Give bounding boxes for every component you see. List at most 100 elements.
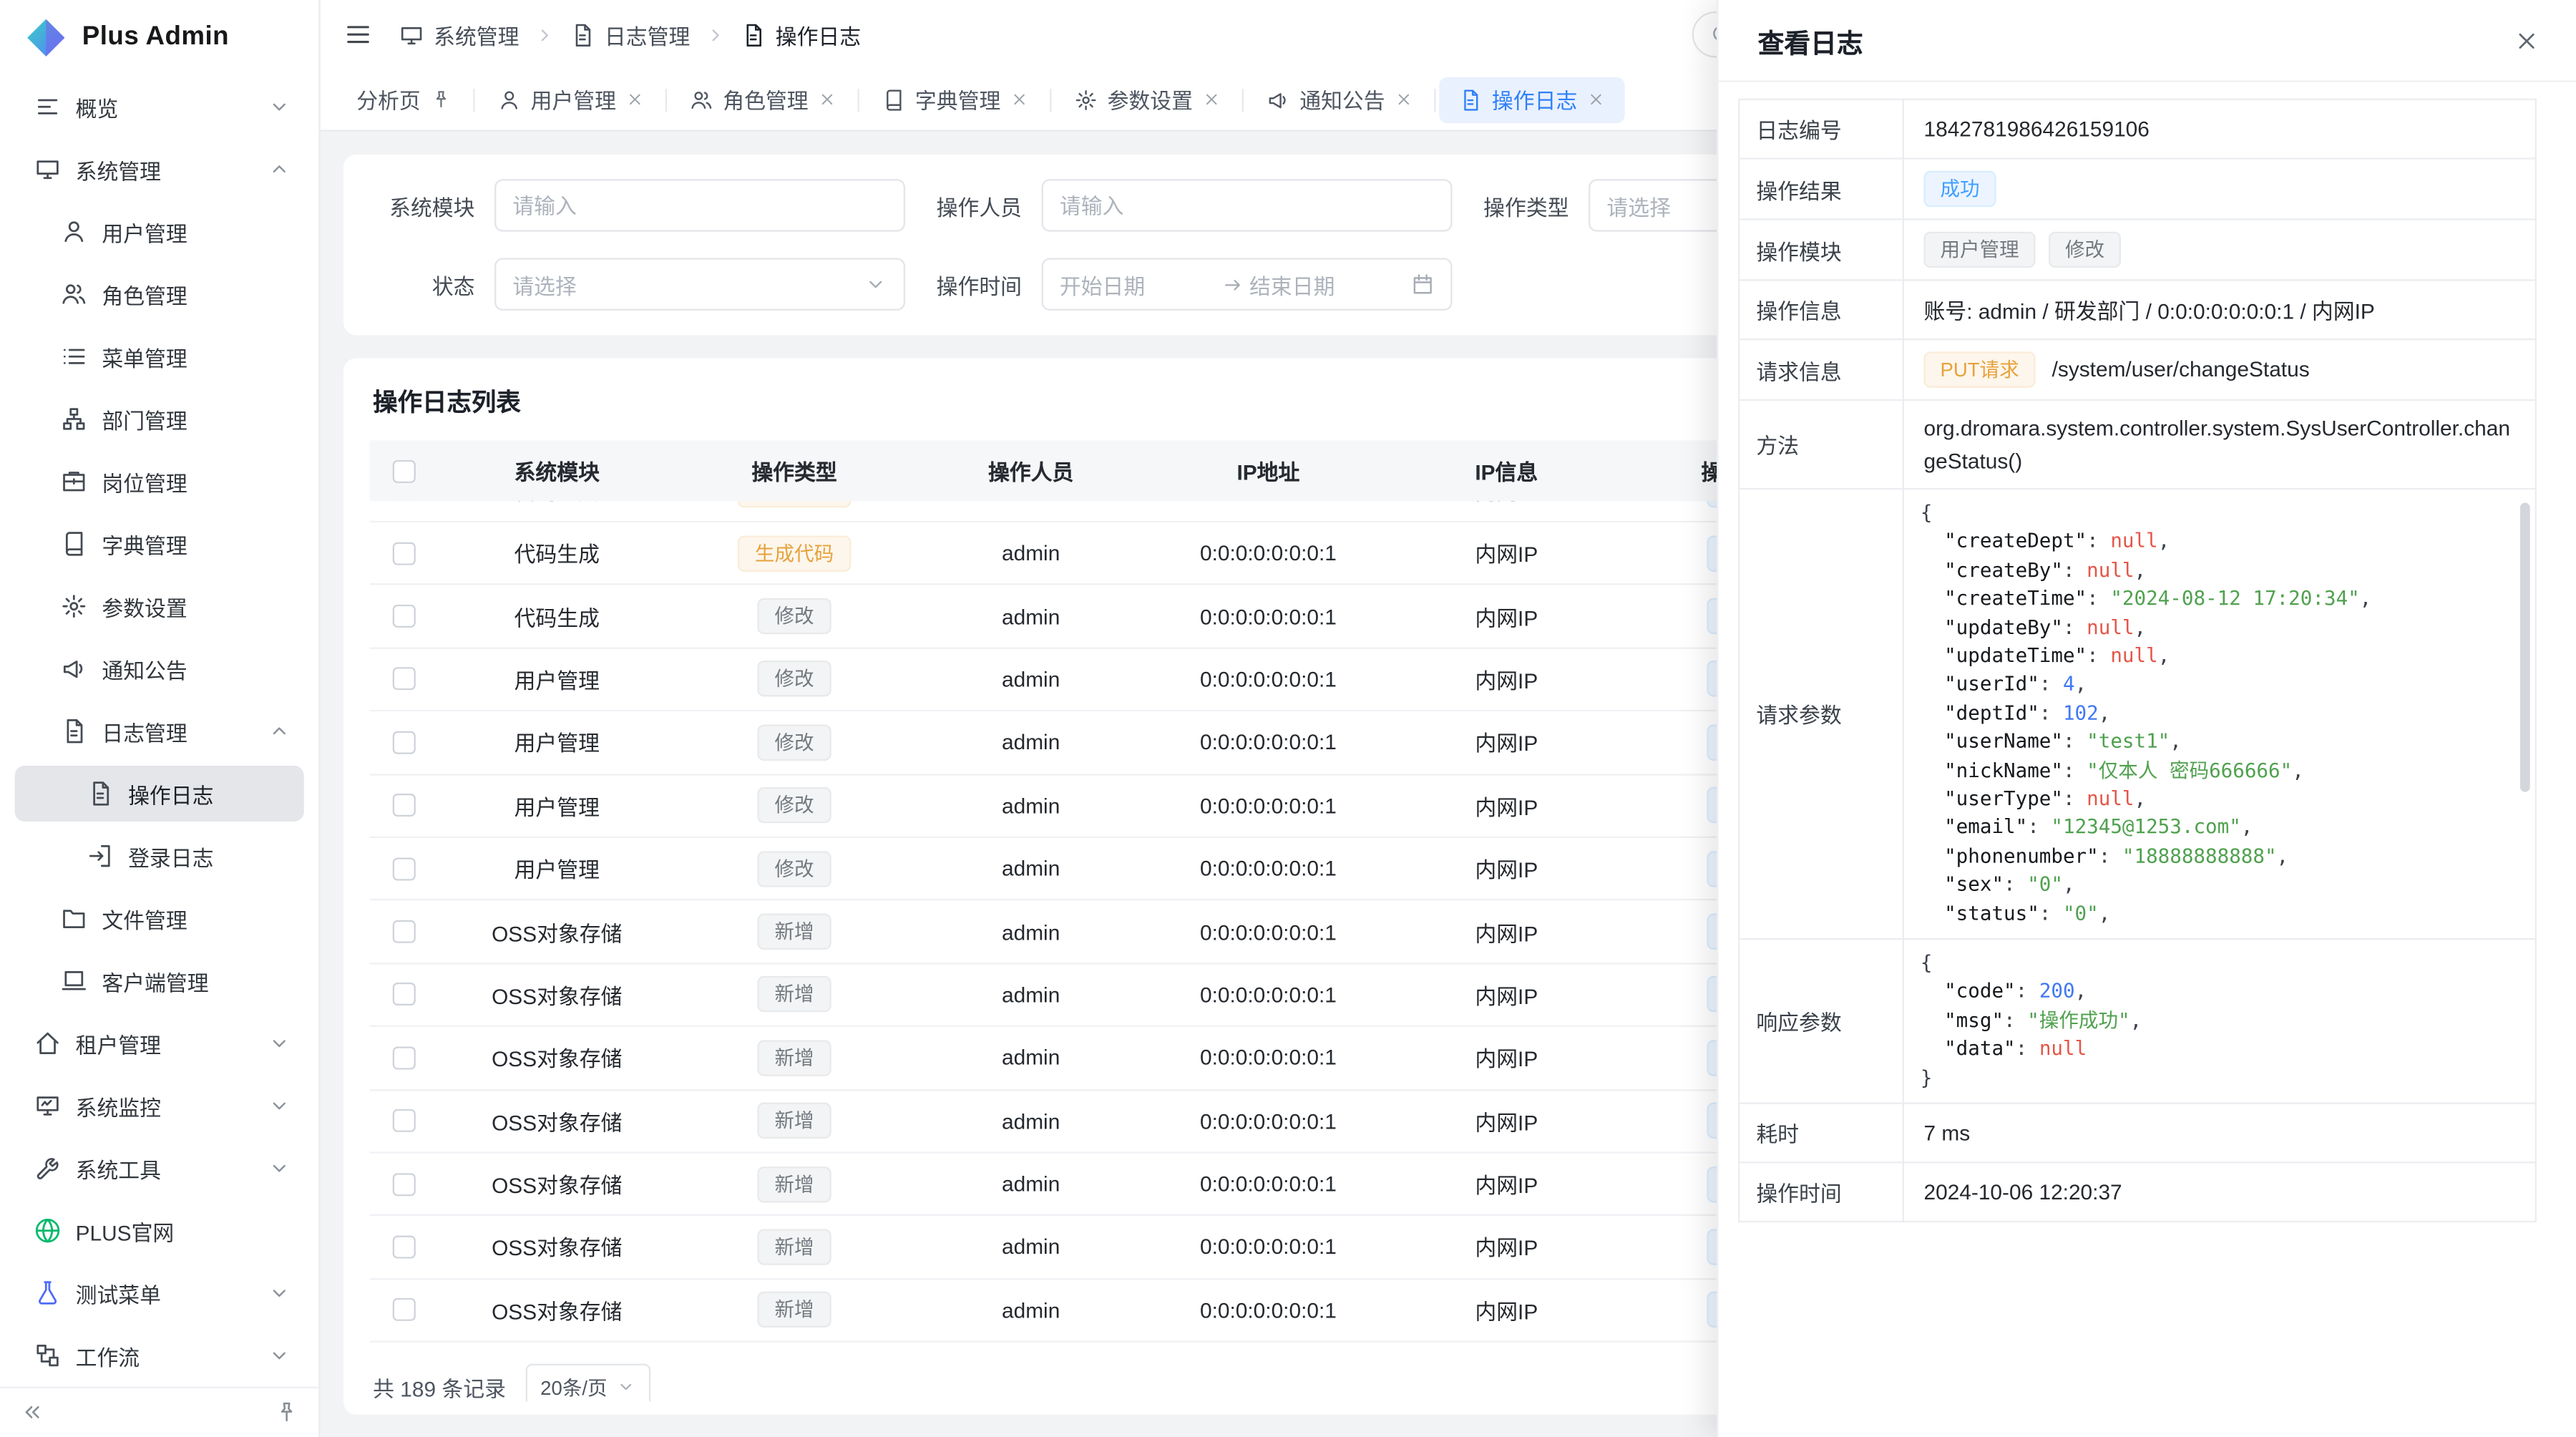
tab[interactable]: 参数设置 bbox=[1055, 77, 1240, 122]
chevron-down-icon bbox=[268, 1156, 291, 1179]
sidebar-item[interactable]: 系统监控 bbox=[15, 1078, 304, 1134]
row-checkbox[interactable] bbox=[393, 731, 416, 754]
close-tab-icon[interactable] bbox=[1395, 90, 1413, 108]
sidebar-item-label: 登录日志 bbox=[128, 840, 291, 872]
row-checkbox[interactable] bbox=[393, 542, 416, 565]
row-checkbox[interactable] bbox=[393, 668, 416, 691]
cell-ip: 0:0:0:0:0:0:0:1 bbox=[1148, 920, 1388, 944]
sidebar-item[interactable]: 文件管理 bbox=[15, 890, 304, 946]
row-checkbox[interactable] bbox=[393, 857, 416, 880]
sidebar-item[interactable]: 字典管理 bbox=[15, 516, 304, 572]
sidebar-item[interactable]: 部门管理 bbox=[15, 391, 304, 447]
filter-label-module: 系统模块 bbox=[376, 190, 475, 221]
sidebar-item[interactable]: 通知公告 bbox=[15, 640, 304, 696]
op-type-badge: 新增 bbox=[758, 1229, 831, 1265]
sidebar-item[interactable]: 日志管理 bbox=[15, 703, 304, 759]
sidebar-item[interactable]: 工作流 bbox=[15, 1328, 304, 1383]
sidebar-item[interactable]: 系统管理 bbox=[15, 141, 304, 197]
cell-ip: 0:0:0:0:0:0:0:1 bbox=[1148, 1171, 1388, 1196]
row-checkbox[interactable] bbox=[393, 1046, 416, 1069]
cell-ip: 0:0:0:0:0:0:0:1 bbox=[1148, 983, 1388, 1007]
sidebar-item[interactable]: 操作日志 bbox=[15, 766, 304, 822]
sidebar-item-label: 系统管理 bbox=[76, 154, 268, 185]
sidebar-item-label: 租户管理 bbox=[76, 1028, 268, 1059]
hamburger-menu-icon[interactable] bbox=[343, 20, 373, 49]
cell-op-type: 新增 bbox=[675, 977, 914, 1013]
row-checkbox[interactable] bbox=[393, 1235, 416, 1258]
row-checkbox[interactable] bbox=[393, 983, 416, 1006]
chevron-up-icon bbox=[268, 720, 291, 743]
tab[interactable]: 通知公告 bbox=[1247, 77, 1433, 122]
row-checkbox[interactable] bbox=[393, 1299, 416, 1322]
operator-input[interactable] bbox=[1042, 179, 1453, 231]
cell-ip-info: 内网IP bbox=[1388, 916, 1625, 948]
sidebar-item[interactable]: 系统工具 bbox=[15, 1140, 304, 1196]
sidebar-item[interactable]: 登录日志 bbox=[15, 828, 304, 884]
date-range-picker[interactable]: 开始日期 结束日期 bbox=[1042, 258, 1453, 310]
sidebar-item-label: 客户端管理 bbox=[102, 965, 291, 997]
cell-module: OSS对象存储 bbox=[439, 1295, 675, 1326]
json-code-block[interactable]: { "createDept": null, "createBy": null, … bbox=[1904, 489, 2535, 938]
cell-operator: admin bbox=[914, 1297, 1148, 1322]
request-params-code[interactable]: { "createDept": null, "createBy": null, … bbox=[1903, 489, 2536, 939]
close-tab-icon[interactable] bbox=[1587, 90, 1605, 108]
response-params-code: { "code": 200, "msg": "操作成功", "data": nu… bbox=[1903, 939, 2536, 1104]
breadcrumb-item[interactable]: 系统管理 bbox=[399, 19, 519, 50]
row-checkbox[interactable] bbox=[393, 501, 416, 502]
operlog-icon bbox=[87, 781, 114, 807]
field-label-method: 方法 bbox=[1739, 400, 1903, 489]
tab[interactable]: 操作日志 bbox=[1439, 77, 1624, 122]
select-all-checkbox[interactable] bbox=[393, 459, 416, 482]
app-logo: Plus Admin bbox=[0, 0, 318, 76]
close-tab-icon[interactable] bbox=[818, 90, 836, 108]
drawer-header: 查看日志 bbox=[1719, 0, 2576, 82]
code-scrollbar[interactable] bbox=[2520, 503, 2530, 792]
tab[interactable]: 角色管理 bbox=[670, 77, 856, 122]
breadcrumb-item[interactable]: 日志管理 bbox=[570, 19, 691, 50]
close-tab-icon[interactable] bbox=[1203, 90, 1221, 108]
tab[interactable]: 字典管理 bbox=[862, 77, 1048, 122]
row-checkbox[interactable] bbox=[393, 605, 416, 628]
cell-module: 代码生成 bbox=[439, 600, 675, 632]
sidebar-item[interactable]: 概览 bbox=[15, 79, 304, 135]
sidebar-item[interactable]: 测试菜单 bbox=[15, 1265, 304, 1321]
row-checkbox[interactable] bbox=[393, 1172, 416, 1195]
cell-ip-info: 内网IP bbox=[1388, 1042, 1625, 1073]
module-input[interactable] bbox=[494, 179, 905, 231]
cell-operator: admin bbox=[914, 1046, 1148, 1070]
status-select[interactable]: 请选择 bbox=[494, 258, 905, 310]
pin-sidebar-icon[interactable] bbox=[274, 1400, 298, 1424]
tab[interactable]: 用户管理 bbox=[478, 77, 663, 122]
sidebar-item[interactable]: 用户管理 bbox=[15, 204, 304, 260]
cell-op-type: 新增 bbox=[675, 914, 914, 950]
row-checkbox[interactable] bbox=[393, 1109, 416, 1132]
operator-input-field[interactable] bbox=[1060, 193, 1434, 218]
tab[interactable]: 分析页 bbox=[337, 77, 472, 122]
sidebar-item[interactable]: 菜单管理 bbox=[15, 328, 304, 384]
sidebar-item[interactable]: 参数设置 bbox=[15, 578, 304, 634]
collapse-sidebar-icon[interactable] bbox=[20, 1400, 44, 1424]
close-tab-icon[interactable] bbox=[1010, 90, 1028, 108]
app-root: Plus Admin 概览 系统管理 用户管理 角色管理 菜单管理 部门管理 岗… bbox=[0, 0, 2576, 1437]
website-icon bbox=[34, 1217, 61, 1244]
module-input-field[interactable] bbox=[512, 193, 887, 218]
close-tab-icon[interactable] bbox=[626, 90, 644, 108]
cell-module: OSS对象存储 bbox=[439, 916, 675, 948]
operlog-icon bbox=[741, 22, 766, 47]
breadcrumb-label: 操作日志 bbox=[776, 19, 861, 50]
cell-ip: 0:0:0:0:0:0:0:1 bbox=[1148, 541, 1388, 565]
sidebar-item[interactable]: 客户端管理 bbox=[15, 953, 304, 1009]
page-size-select[interactable]: 20条/页 bbox=[526, 1364, 650, 1401]
op-type-badge: 新增 bbox=[758, 914, 831, 950]
sidebar-item[interactable]: 岗位管理 bbox=[15, 454, 304, 510]
cell-operator: admin bbox=[914, 1109, 1148, 1133]
sidebar-item[interactable]: 角色管理 bbox=[15, 266, 304, 322]
close-icon[interactable] bbox=[2514, 27, 2540, 54]
file-icon bbox=[61, 905, 87, 932]
breadcrumb-item-current[interactable]: 操作日志 bbox=[741, 19, 862, 50]
sidebar-item[interactable]: 租户管理 bbox=[15, 1015, 304, 1071]
user-icon bbox=[498, 88, 521, 111]
sidebar-item[interactable]: PLUS官网 bbox=[15, 1203, 304, 1259]
row-checkbox[interactable] bbox=[393, 794, 416, 817]
row-checkbox[interactable] bbox=[393, 920, 416, 943]
